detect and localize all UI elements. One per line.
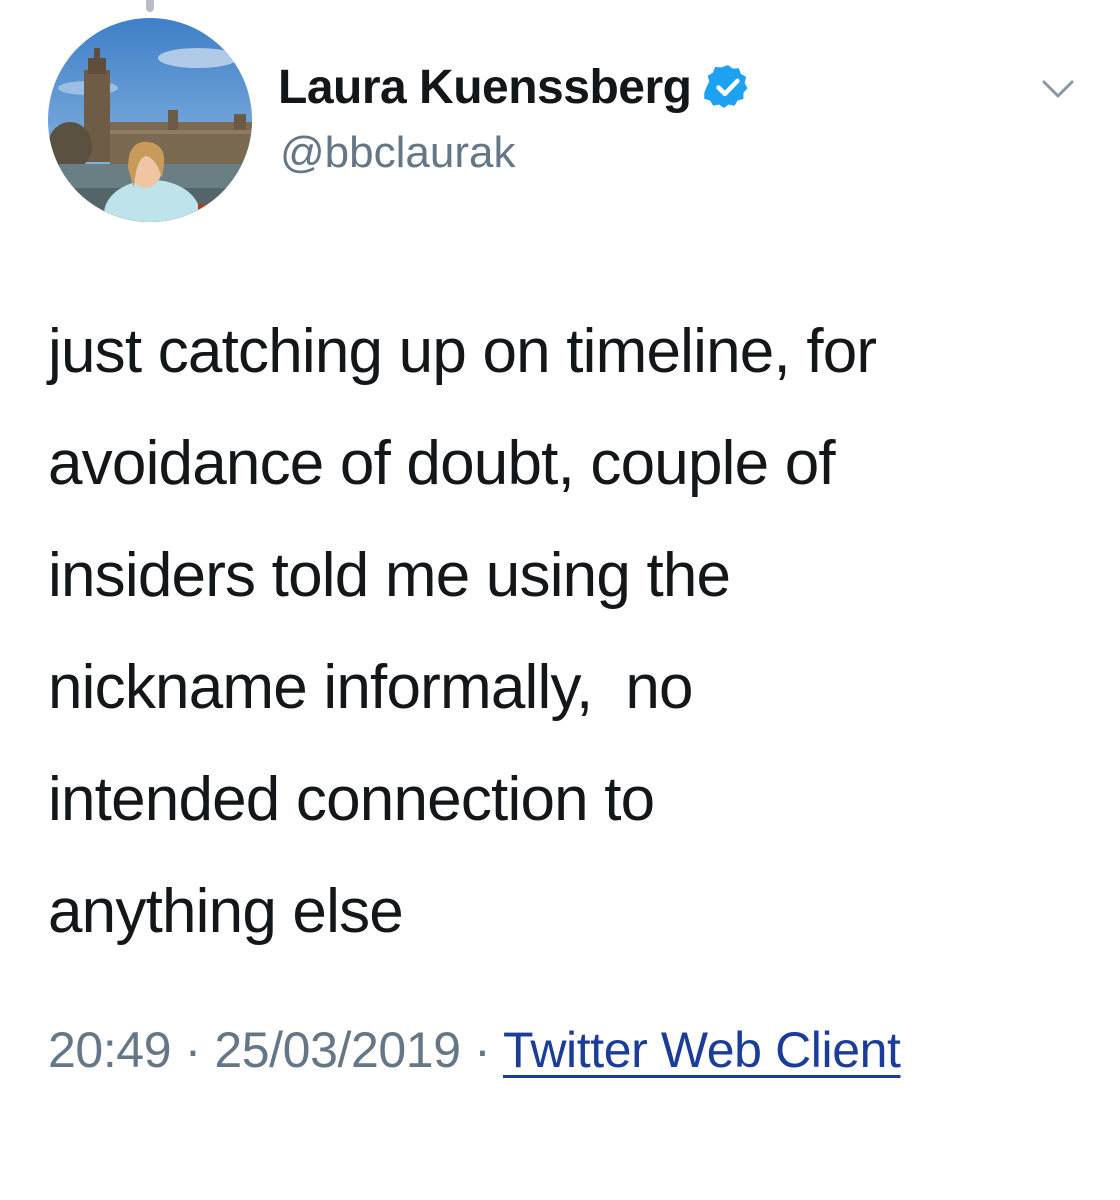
- avatar-photo: [48, 18, 252, 222]
- tweet-metadata: 20:49 · 25/03/2019 · Twitter Web Client: [48, 1012, 1048, 1088]
- tweet-text: just catching up on timeline, for avoida…: [48, 317, 877, 946]
- meta-separator-2: ·: [460, 1022, 503, 1078]
- meta-separator: ·: [171, 1022, 215, 1078]
- author-handle[interactable]: @bbclaurak: [280, 128, 515, 178]
- display-name[interactable]: Laura Kuenssberg: [278, 60, 692, 115]
- author-name-row[interactable]: Laura Kuenssberg: [278, 52, 753, 122]
- verified-badge-icon: [703, 62, 753, 112]
- tweet-time[interactable]: 20:49: [48, 1022, 172, 1078]
- chevron-down-icon[interactable]: [1036, 70, 1080, 110]
- tweet-card: Laura Kuenssberg @bbclaurak just catchin…: [0, 0, 1120, 1200]
- source-link[interactable]: Twitter Web Client: [503, 1022, 901, 1078]
- avatar[interactable]: [48, 18, 252, 222]
- tweet-date[interactable]: 25/03/2019: [214, 1022, 461, 1078]
